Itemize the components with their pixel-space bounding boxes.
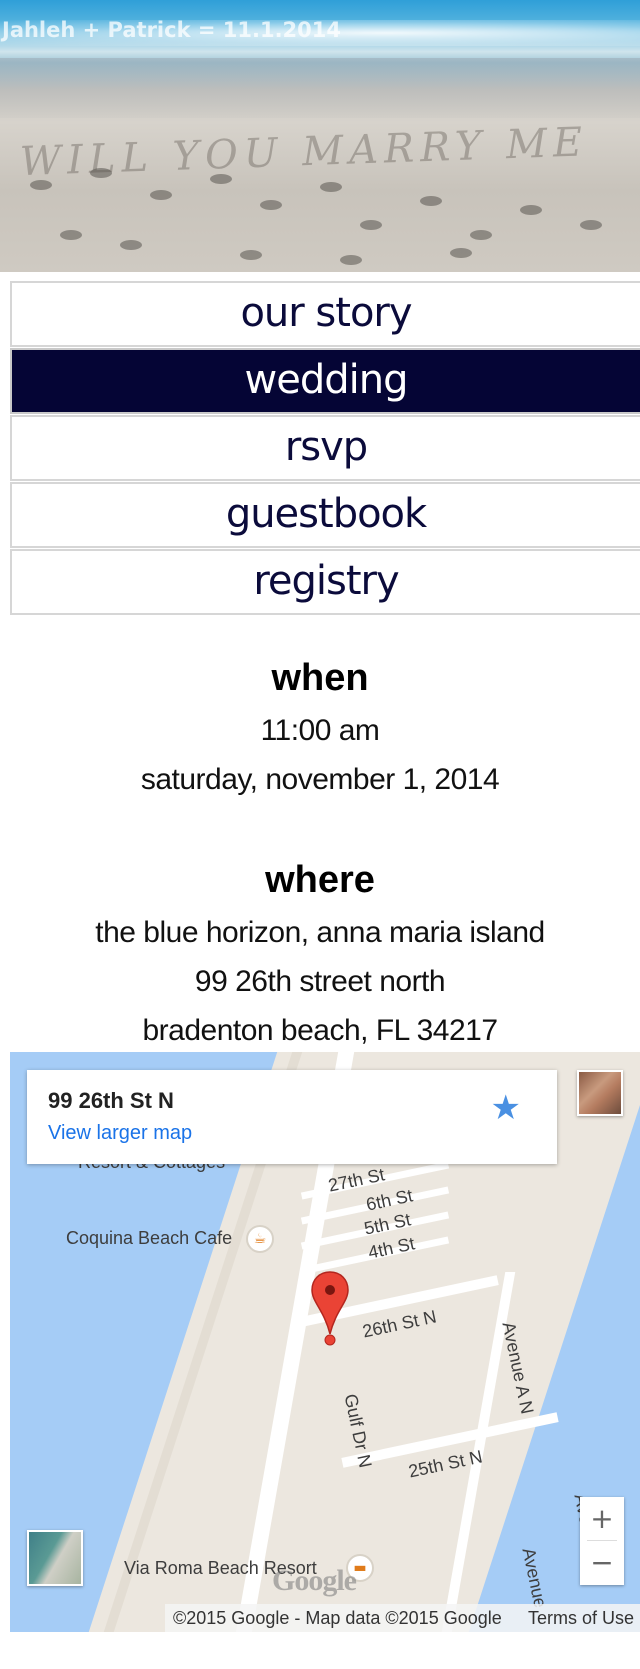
zoom-control: + − [580,1497,624,1585]
where-title: where [265,859,375,901]
nav-item-registry[interactable]: registry [10,549,640,615]
nav-item-guestbook[interactable]: guestbook [10,482,640,548]
satellite-toggle-button[interactable] [27,1530,83,1586]
when-time: 11:00 am [260,714,380,747]
where-venue: the blue horizon, anna maria island [95,916,545,949]
user-avatar[interactable] [577,1070,623,1116]
map-label-coquina[interactable]: Coquina Beach Cafe [66,1228,232,1249]
zoom-out-button[interactable]: − [580,1541,624,1584]
map-card-title: 99 26th St N [48,1088,174,1113]
location-pin-icon[interactable] [310,1270,350,1350]
map-copyright: ©2015 Google - Map data ©2015 Google [173,1608,502,1628]
zoom-in-button[interactable]: + [580,1497,624,1540]
map-attribution: ©2015 Google - Map data ©2015 Google Ter… [165,1604,640,1632]
google-logo: Google [272,1564,357,1597]
hero-caption: Jahleh + Patrick = 11.1.2014 [2,18,342,42]
location-map[interactable]: Resort & Cottages Coquina Beach Cafe ☕ 2… [10,1052,640,1632]
nav-item-rsvp[interactable]: rsvp [10,415,640,481]
where-street: 99 26th street north [194,965,446,998]
terms-of-use-link[interactable]: Terms of Use [528,1604,634,1632]
when-date: saturday, november 1, 2014 [140,763,500,796]
view-larger-map-link[interactable]: View larger map [48,1122,192,1145]
save-star-icon[interactable]: ★ [491,1088,521,1128]
wedding-details: when 11:00 am saturday, november 1, 2014… [0,650,640,1055]
main-nav: our story wedding rsvp guestbook registr… [10,281,640,616]
footprints [0,160,640,272]
cafe-icon[interactable]: ☕ [246,1225,274,1253]
map-info-card: 99 26th St N View larger map ★ [27,1070,557,1164]
hero-banner: WILL YOU MARRY ME Jahleh + Patrick = 11.… [0,0,640,272]
map-label-avenue-b: Avenue [518,1546,551,1610]
nav-item-our-story[interactable]: our story [10,281,640,347]
nav-item-wedding[interactable]: wedding [10,348,640,414]
where-city: bradenton beach, FL 34217 [142,1014,498,1047]
wet-sand [0,58,640,118]
when-title: when [271,657,369,699]
